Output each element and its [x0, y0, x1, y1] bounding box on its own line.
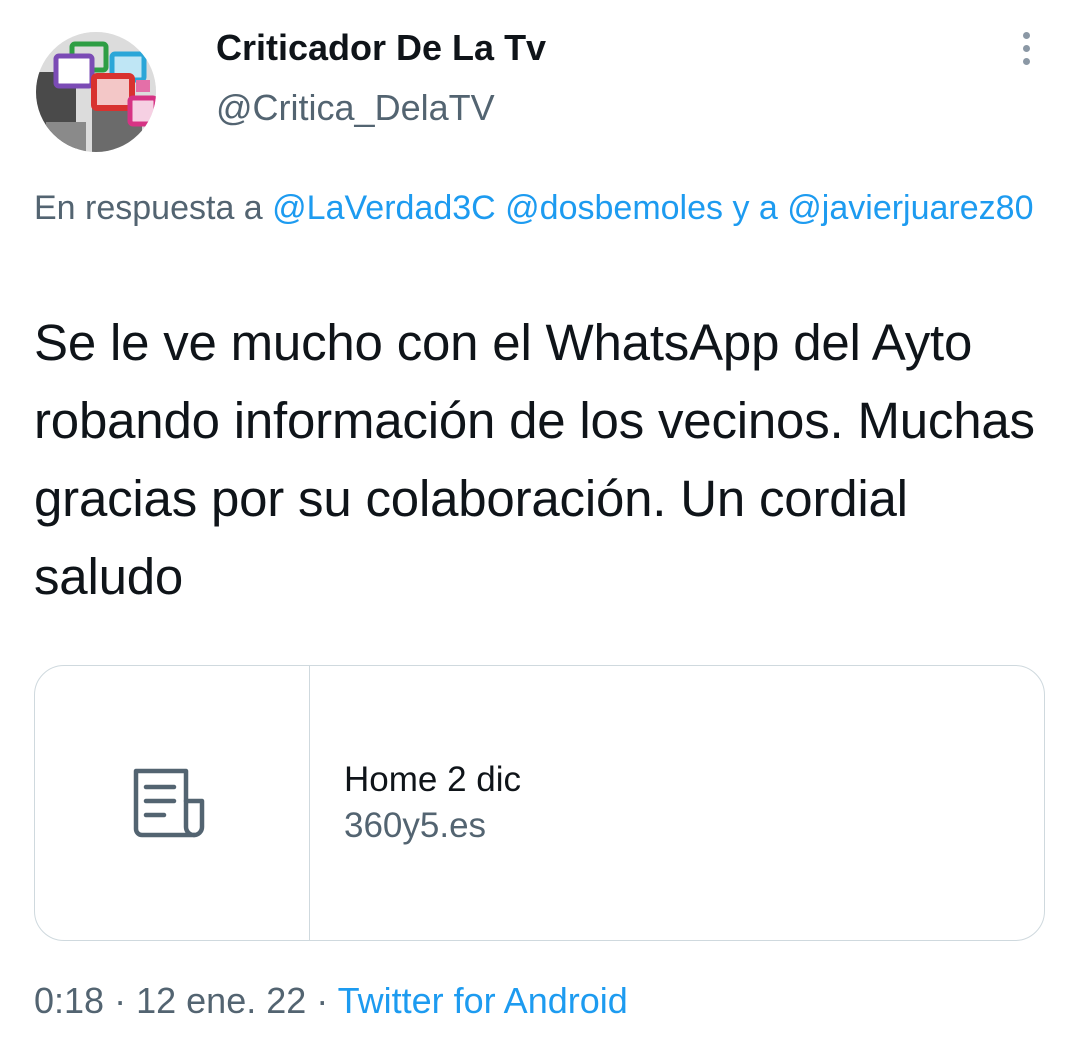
tweet-text: Se le ve mucho con el WhatsApp del Ayto … [34, 314, 1035, 605]
card-domain: 360y5.es [344, 806, 487, 845]
tweet-date[interactable]: 12 ene. 22 [136, 980, 306, 1021]
mention-link[interactable]: @javierjuarez80 [787, 189, 1033, 227]
more-dot-icon [1022, 57, 1030, 65]
card-body: Home 2 dic 360y5.es [310, 666, 521, 940]
mention-link[interactable]: @dosbemoles [505, 189, 723, 227]
meta-separator: · [114, 980, 127, 1021]
link-preview-card[interactable]: Home 2 dic 360y5.es [34, 665, 1045, 941]
meta-separator: · [316, 980, 329, 1021]
tweet-time[interactable]: 0:18 [34, 980, 104, 1021]
more-dot-icon [1022, 31, 1030, 39]
article-icon [133, 768, 205, 838]
avatar[interactable] [36, 32, 156, 152]
more-dot-icon [1022, 44, 1030, 52]
reply-connector: y a [732, 189, 778, 227]
handle[interactable]: @Critica_DelaTV [216, 86, 495, 130]
card-title: Home 2 dic [344, 760, 522, 799]
reply-prefix: En respuesta a [34, 189, 263, 227]
reply-context: En respuesta a @LaVerdad3C @dosbemoles y… [34, 182, 1044, 234]
tweet-source-link[interactable]: Twitter for Android [338, 980, 628, 1021]
tweet-meta: 0:18 · 12 ene. 22 · Twitter for Android [34, 978, 628, 1024]
card-thumbnail [35, 666, 310, 940]
more-options-button[interactable] [1004, 24, 1048, 72]
display-name[interactable]: Criticador De La Tv [216, 26, 546, 70]
mention-link[interactable]: @LaVerdad3C [272, 189, 496, 227]
